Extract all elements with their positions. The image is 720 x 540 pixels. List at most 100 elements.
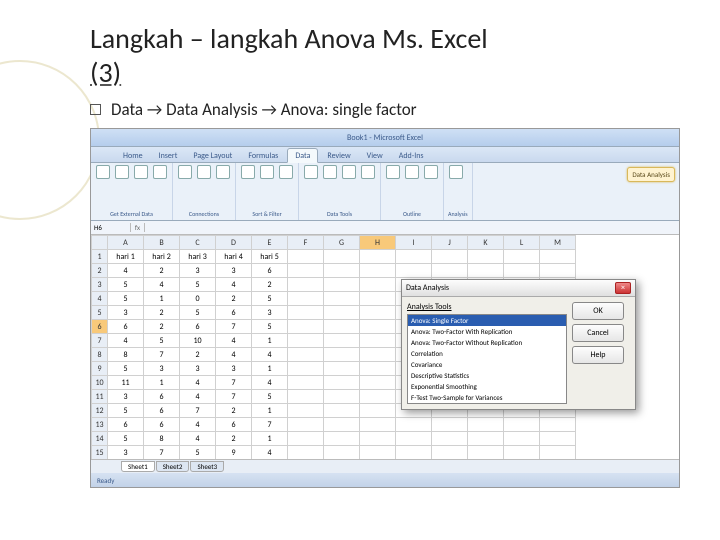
cell[interactable]: hari 1 (108, 250, 144, 264)
cell[interactable] (288, 320, 324, 334)
cell[interactable]: 11 (108, 376, 144, 390)
cell[interactable]: 2 (180, 348, 216, 362)
help-button[interactable]: Help (572, 346, 624, 364)
cell[interactable]: 5 (144, 334, 180, 348)
cell[interactable]: 1 (252, 334, 288, 348)
column-header[interactable]: H (360, 236, 396, 250)
cell[interactable]: 1 (144, 292, 180, 306)
cell[interactable] (468, 264, 504, 278)
cell[interactable]: 2 (216, 404, 252, 418)
cell[interactable]: 5 (108, 292, 144, 306)
ribbon-icon[interactable] (152, 165, 168, 193)
analysis-tools-listbox[interactable]: Anova: Single FactorAnova: Two-Factor Wi… (407, 314, 567, 404)
cell[interactable] (324, 250, 360, 264)
cell[interactable] (540, 446, 576, 460)
row-header[interactable]: 15 (92, 446, 108, 460)
cell[interactable]: 6 (108, 320, 144, 334)
cell[interactable]: 4 (252, 348, 288, 362)
close-icon[interactable]: × (615, 282, 631, 294)
row-header[interactable]: 4 (92, 292, 108, 306)
cell[interactable] (288, 306, 324, 320)
row-header[interactable]: 3 (92, 278, 108, 292)
cell[interactable] (396, 446, 432, 460)
list-item[interactable]: Anova: Single Factor (408, 315, 566, 326)
cell[interactable]: 0 (180, 292, 216, 306)
cancel-button[interactable]: Cancel (572, 324, 624, 342)
cell[interactable] (540, 418, 576, 432)
ribbon-icon[interactable] (385, 165, 401, 193)
ribbon-icon[interactable] (114, 165, 130, 193)
cell[interactable]: 4 (216, 334, 252, 348)
cell[interactable] (396, 432, 432, 446)
cell[interactable]: 4 (108, 264, 144, 278)
name-box[interactable]: H6 (91, 223, 131, 232)
cell[interactable] (360, 320, 396, 334)
row-header[interactable]: 9 (92, 362, 108, 376)
cell[interactable]: 6 (108, 418, 144, 432)
ribbon-icon[interactable] (240, 165, 256, 193)
cell[interactable] (360, 432, 396, 446)
ribbon-icon[interactable] (322, 165, 338, 193)
ribbon-icon[interactable] (448, 165, 464, 193)
ribbon-tab-page-layout[interactable]: Page Layout (186, 149, 239, 162)
cell[interactable] (288, 264, 324, 278)
cell[interactable] (468, 418, 504, 432)
ribbon-icon[interactable] (303, 165, 319, 193)
row-header[interactable]: 2 (92, 264, 108, 278)
cell[interactable] (288, 278, 324, 292)
cell[interactable]: 5 (252, 320, 288, 334)
cell[interactable] (324, 376, 360, 390)
ribbon-icon[interactable] (423, 165, 439, 193)
cell[interactable]: 4 (180, 376, 216, 390)
cell[interactable] (288, 250, 324, 264)
cell[interactable]: 4 (180, 432, 216, 446)
cell[interactable]: 10 (180, 334, 216, 348)
row-header[interactable]: 5 (92, 306, 108, 320)
cell[interactable] (360, 362, 396, 376)
cell[interactable]: hari 4 (216, 250, 252, 264)
cell[interactable]: 2 (144, 264, 180, 278)
column-header[interactable]: M (540, 236, 576, 250)
cell[interactable] (324, 278, 360, 292)
cell[interactable] (540, 264, 576, 278)
column-header[interactable]: I (396, 236, 432, 250)
cell[interactable] (360, 404, 396, 418)
cell[interactable]: 5 (180, 278, 216, 292)
cell[interactable] (288, 446, 324, 460)
ribbon-icon[interactable] (341, 165, 357, 193)
ribbon-icon[interactable] (177, 165, 193, 193)
cell[interactable] (504, 250, 540, 264)
data-analysis-button[interactable]: Data Analysis (627, 167, 675, 182)
list-item[interactable]: Covariance (408, 359, 566, 370)
cell[interactable]: 4 (108, 334, 144, 348)
cell[interactable]: 3 (108, 446, 144, 460)
row-header[interactable]: 8 (92, 348, 108, 362)
cell[interactable] (360, 348, 396, 362)
cell[interactable] (360, 306, 396, 320)
cell[interactable] (288, 390, 324, 404)
cell[interactable] (288, 348, 324, 362)
cell[interactable] (432, 446, 468, 460)
cell[interactable] (468, 250, 504, 264)
cell[interactable]: 3 (180, 362, 216, 376)
cell[interactable]: 7 (216, 320, 252, 334)
list-item[interactable]: Correlation (408, 348, 566, 359)
cell[interactable]: 5 (108, 404, 144, 418)
ribbon-icon[interactable] (133, 165, 149, 193)
ribbon-tab-insert[interactable]: Insert (152, 149, 185, 162)
cell[interactable] (360, 376, 396, 390)
cell[interactable] (360, 390, 396, 404)
cell[interactable]: 8 (144, 432, 180, 446)
cell[interactable]: 8 (108, 348, 144, 362)
cell[interactable] (540, 250, 576, 264)
cell[interactable]: hari 5 (252, 250, 288, 264)
cell[interactable]: 1 (252, 432, 288, 446)
cell[interactable]: 2 (144, 320, 180, 334)
cell[interactable] (324, 432, 360, 446)
row-header[interactable]: 7 (92, 334, 108, 348)
column-header[interactable]: E (252, 236, 288, 250)
cell[interactable]: 5 (180, 306, 216, 320)
cell[interactable]: 2 (252, 278, 288, 292)
cell[interactable] (432, 264, 468, 278)
cell[interactable] (324, 404, 360, 418)
